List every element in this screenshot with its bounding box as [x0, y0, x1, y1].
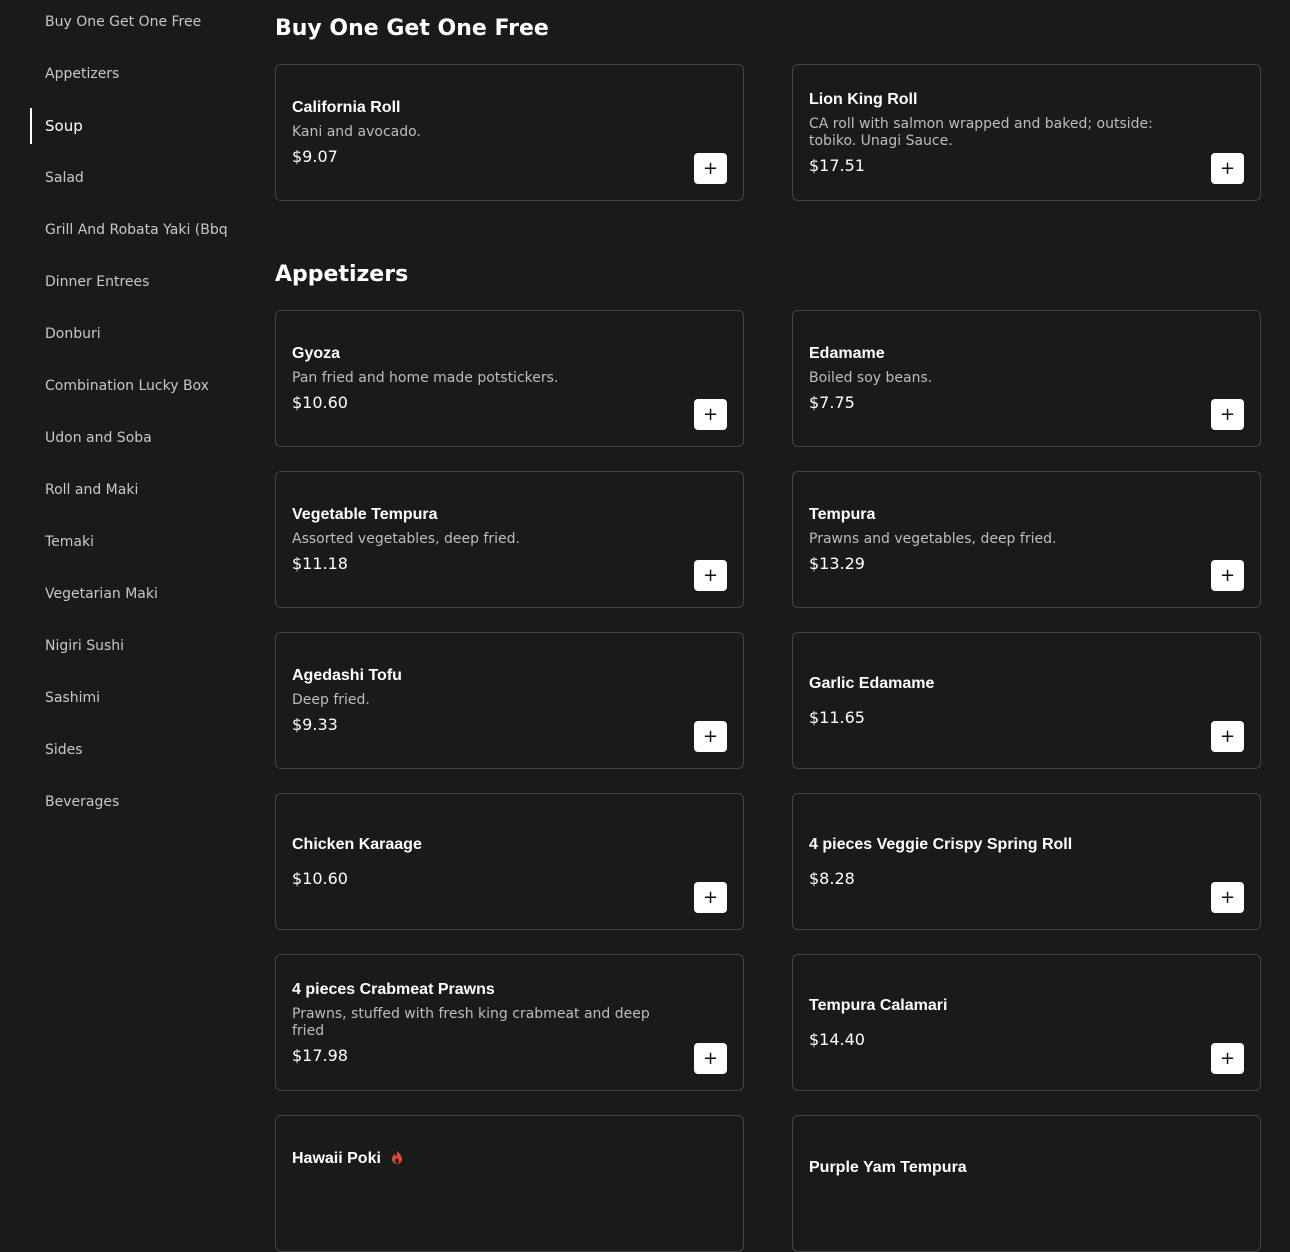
item-description: Prawns and vegetables, deep fried.: [809, 531, 1057, 547]
item-price: $7.75: [809, 393, 855, 412]
menu-item-card[interactable]: Purple Yam Tempura: [792, 1115, 1261, 1252]
menu-item-card[interactable]: 4 pieces Crabmeat Prawns Prawns, stuffed…: [275, 954, 744, 1091]
item-description: CA roll with salmon wrapped and baked; o…: [809, 115, 1153, 149]
menu-item-card[interactable]: Garlic Edamame $11.65 +: [792, 632, 1261, 769]
item-name: 4 pieces Crabmeat Prawns: [292, 980, 495, 998]
item-description: Deep fried.: [292, 692, 370, 708]
item-price: $17.51: [809, 155, 865, 175]
add-to-cart-button[interactable]: +: [1211, 153, 1244, 184]
item-description: Assorted vegetables, deep fried.: [292, 531, 520, 547]
menu-item-card[interactable]: Chicken Karaage $10.60 +: [275, 793, 744, 930]
menu-item-card[interactable]: Tempura Prawns and vegetables, deep frie…: [792, 471, 1261, 608]
menu-item-card[interactable]: Agedashi Tofu Deep fried. $9.33 +: [275, 632, 744, 769]
item-price: $17.98: [292, 1045, 348, 1065]
item-name: Lion King Roll: [809, 90, 918, 108]
menu-item-card[interactable]: Gyoza Pan fried and home made potsticker…: [275, 310, 744, 447]
item-price: $10.60: [292, 393, 348, 412]
item-name: Purple Yam Tempura: [809, 1159, 967, 1176]
item-price: $11.65: [809, 707, 865, 727]
sidebar-item-nigiri-sushi[interactable]: Nigiri Sushi: [30, 628, 245, 664]
add-to-cart-button[interactable]: +: [1211, 721, 1244, 752]
menu-item-card[interactable]: 4 pieces Veggie Crispy Spring Roll $8.28…: [792, 793, 1261, 930]
category-sidebar: Buy One Get One Free Appetizers Soup Sal…: [0, 0, 250, 1173]
item-description: Pan fried and home made potstickers.: [292, 370, 559, 386]
item-description: Boiled soy beans.: [809, 370, 933, 386]
item-name: 4 pieces Veggie Crispy Spring Roll: [809, 835, 1073, 853]
item-price: $9.33: [292, 715, 338, 734]
sidebar-item-vegetarian-maki[interactable]: Vegetarian Maki: [30, 576, 245, 612]
item-name: California Roll: [292, 99, 401, 116]
item-price: $14.40: [809, 1029, 865, 1049]
menu-item-card[interactable]: Tempura Calamari $14.40 +: [792, 954, 1261, 1091]
sidebar-item-temaki[interactable]: Temaki: [30, 524, 245, 560]
sidebar-item-soup[interactable]: Soup: [30, 108, 245, 144]
item-price: $13.29: [809, 554, 865, 573]
item-name: Tempura: [809, 506, 876, 523]
menu-item-card[interactable]: Hawaii Poki: [275, 1115, 744, 1252]
sidebar-item-donburi[interactable]: Donburi: [30, 316, 245, 352]
item-price: $11.18: [292, 554, 348, 573]
item-name: Vegetable Tempura: [292, 506, 438, 523]
add-to-cart-button[interactable]: +: [694, 153, 727, 184]
item-name: Garlic Edamame: [809, 674, 935, 692]
item-name: Edamame: [809, 345, 885, 362]
item-description: Prawns, stuffed with fresh king crabmeat…: [292, 1005, 650, 1039]
menu-item-card[interactable]: Edamame Boiled soy beans. $7.75 +: [792, 310, 1261, 447]
sidebar-item-buy-one-get-one-free[interactable]: Buy One Get One Free: [30, 4, 245, 40]
add-to-cart-button[interactable]: +: [1211, 399, 1244, 430]
item-name: Agedashi Tofu: [292, 667, 402, 684]
add-to-cart-button[interactable]: +: [1211, 1043, 1244, 1074]
item-name: Hawaii Poki: [292, 1150, 381, 1167]
item-price: $9.07: [292, 147, 338, 166]
item-price: $8.28: [809, 868, 855, 888]
add-to-cart-button[interactable]: +: [1211, 560, 1244, 591]
sidebar-item-beverages[interactable]: Beverages: [30, 784, 245, 820]
add-to-cart-button[interactable]: +: [694, 882, 727, 913]
sidebar-item-udon-and-soba[interactable]: Udon and Soba: [30, 420, 245, 456]
menu-content: Buy One Get One Free California Roll Kan…: [275, 0, 1261, 1252]
item-name: Chicken Karaage: [292, 835, 422, 853]
sidebar-item-grill-and-robata-yaki[interactable]: Grill And Robata Yaki (Bbq: [30, 212, 245, 248]
sidebar-item-sashimi[interactable]: Sashimi: [30, 680, 245, 716]
menu-item-card[interactable]: Vegetable Tempura Assorted vegetables, d…: [275, 471, 744, 608]
flame-icon: [392, 1150, 403, 1164]
sidebar-item-sides[interactable]: Sides: [30, 732, 245, 768]
menu-item-card[interactable]: California Roll Kani and avocado. $9.07 …: [275, 64, 744, 201]
item-name: Gyoza: [292, 345, 341, 362]
sidebar-item-roll-and-maki[interactable]: Roll and Maki: [30, 472, 245, 508]
sidebar-item-appetizers[interactable]: Appetizers: [30, 56, 245, 92]
add-to-cart-button[interactable]: +: [694, 721, 727, 752]
sidebar-item-combination-lucky-box[interactable]: Combination Lucky Box: [30, 368, 245, 404]
item-name-row: Hawaii Poki: [292, 1149, 653, 1169]
add-to-cart-button[interactable]: +: [1211, 882, 1244, 913]
menu-item-card[interactable]: Lion King Roll CA roll with salmon wrapp…: [792, 64, 1261, 201]
add-to-cart-button[interactable]: +: [694, 1043, 727, 1074]
add-to-cart-button[interactable]: +: [694, 560, 727, 591]
item-price: $10.60: [292, 868, 348, 888]
item-description: Kani and avocado.: [292, 124, 421, 140]
item-name: Tempura Calamari: [809, 996, 948, 1014]
sidebar-item-salad[interactable]: Salad: [30, 160, 245, 196]
sidebar-item-dinner-entrees[interactable]: Dinner Entrees: [30, 264, 245, 300]
add-to-cart-button[interactable]: +: [694, 399, 727, 430]
section-title-buy-one-get-one-free: Buy One Get One Free: [275, 16, 549, 41]
section-title-appetizers: Appetizers: [275, 262, 409, 287]
